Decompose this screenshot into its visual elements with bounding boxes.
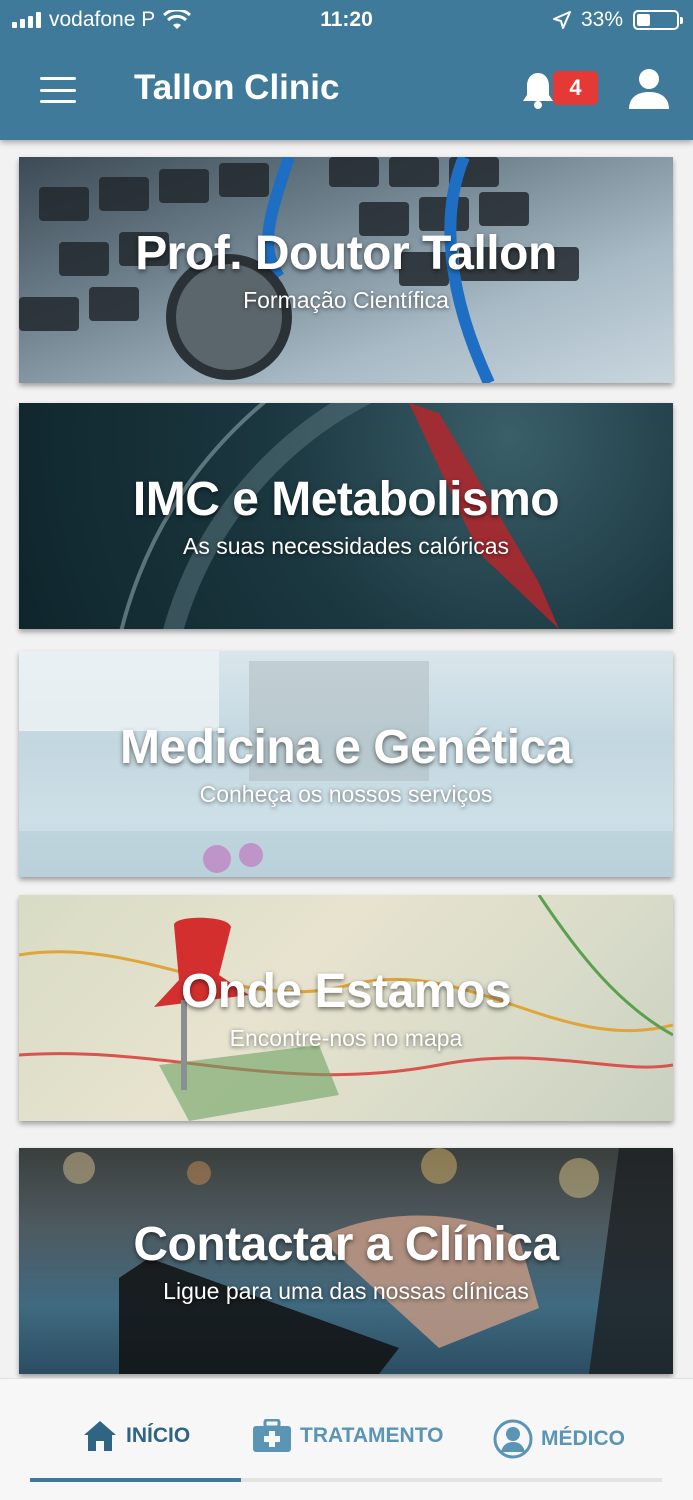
card-title: Medicina e Genética [119, 721, 573, 774]
hamburger-icon-line [40, 77, 76, 80]
card-subtitle: Conheça os nossos serviços [199, 781, 493, 807]
menu-button[interactable] [40, 77, 76, 103]
hamburger-icon-line [40, 88, 76, 92]
tab-medico[interactable]: MÉDICO [493, 1419, 625, 1459]
active-tab-indicator [30, 1478, 241, 1482]
hamburger-icon-line [40, 100, 76, 103]
card-title: Onde Estamos [180, 965, 512, 1018]
card-contactar-clinica[interactable]: Contactar a Clínica Ligue para uma das n… [19, 1148, 673, 1374]
card-subtitle: Encontre-nos no mapa [229, 1025, 463, 1051]
card-text: IMC e Metabolismo As suas necessidades c… [19, 403, 673, 629]
card-prof-doutor-tallon[interactable]: Prof. Doutor Tallon Formação Científica [19, 157, 673, 383]
tab-label: TRATAMENTO [300, 1424, 444, 1447]
bell-icon[interactable] [520, 70, 556, 110]
notification-badge[interactable]: 4 [553, 71, 598, 105]
tab-tratamento[interactable]: TRATAMENTO [252, 1419, 443, 1453]
card-subtitle: Ligue para uma das nossas clínicas [163, 1278, 529, 1304]
home-icon [84, 1421, 116, 1451]
location-arrow-icon [552, 11, 571, 29]
card-text: Onde Estamos Encontre-nos no mapa [19, 895, 673, 1121]
card-onde-estamos[interactable]: Onde Estamos Encontre-nos no mapa [19, 895, 673, 1121]
bottom-navigation: INÍCIO TRATAMENTO MÉDICO [0, 1378, 693, 1500]
card-subtitle: Formação Científica [243, 287, 449, 313]
status-bar: vodafone P 11:20 33% [0, 0, 693, 40]
user-icon[interactable] [627, 66, 671, 110]
card-title: Contactar a Clínica [133, 1218, 559, 1271]
battery-icon [633, 10, 683, 30]
tab-label: MÉDICO [541, 1427, 625, 1450]
doctor-icon [493, 1419, 533, 1459]
card-title: IMC e Metabolismo [132, 473, 560, 526]
card-title: Prof. Doutor Tallon [135, 227, 557, 280]
card-text: Contactar a Clínica Ligue para uma das n… [19, 1148, 673, 1374]
battery-fill [637, 14, 650, 26]
card-text: Medicina e Genética Conheça os nossos se… [19, 651, 673, 877]
medical-kit-icon [253, 1419, 291, 1452]
card-imc-metabolismo[interactable]: IMC e Metabolismo As suas necessidades c… [19, 403, 673, 629]
card-medicina-genetica[interactable]: Medicina e Genética Conheça os nossos se… [19, 651, 673, 877]
card-text: Prof. Doutor Tallon Formação Científica [19, 157, 673, 383]
tab-label: INÍCIO [126, 1424, 191, 1447]
card-subtitle: As suas necessidades calóricas [183, 533, 509, 559]
page-title: Tallon Clinic [134, 68, 340, 107]
battery-percent: 33% [580, 8, 623, 31]
status-right: 33% [552, 8, 683, 32]
app-header: vodafone P 11:20 33% Tallon Clinic 4 [0, 0, 693, 140]
tab-inicio[interactable]: INÍCIO [82, 1419, 190, 1453]
